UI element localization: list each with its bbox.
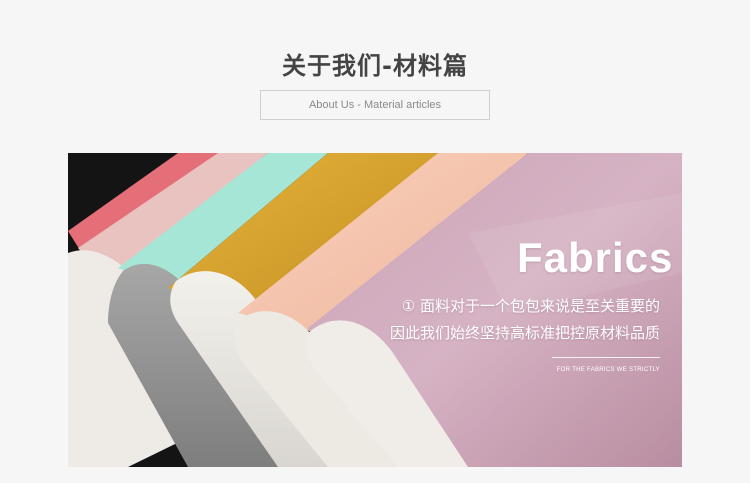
description-line-1: ① 面料对于一个包包来说是至关重要的 <box>401 297 660 315</box>
description-line-2: 因此我们始终坚持高标准把控原材料品质 <box>389 324 660 342</box>
subtitle-box: About Us - Material articles <box>260 90 490 120</box>
fabrics-headline: Fabrics <box>517 234 674 281</box>
page-title: 关于我们-材料篇 <box>282 52 468 80</box>
divider-line <box>552 357 660 358</box>
tagline: FOR THE FABRICS WE STRICTLY <box>556 367 660 373</box>
fabrics-banner: Fabrics ① 面料对于一个包包来说是至关重要的 因此我们始终坚持高标准把控… <box>68 153 682 467</box>
subtitle-text: About Us - Material articles <box>308 99 442 111</box>
